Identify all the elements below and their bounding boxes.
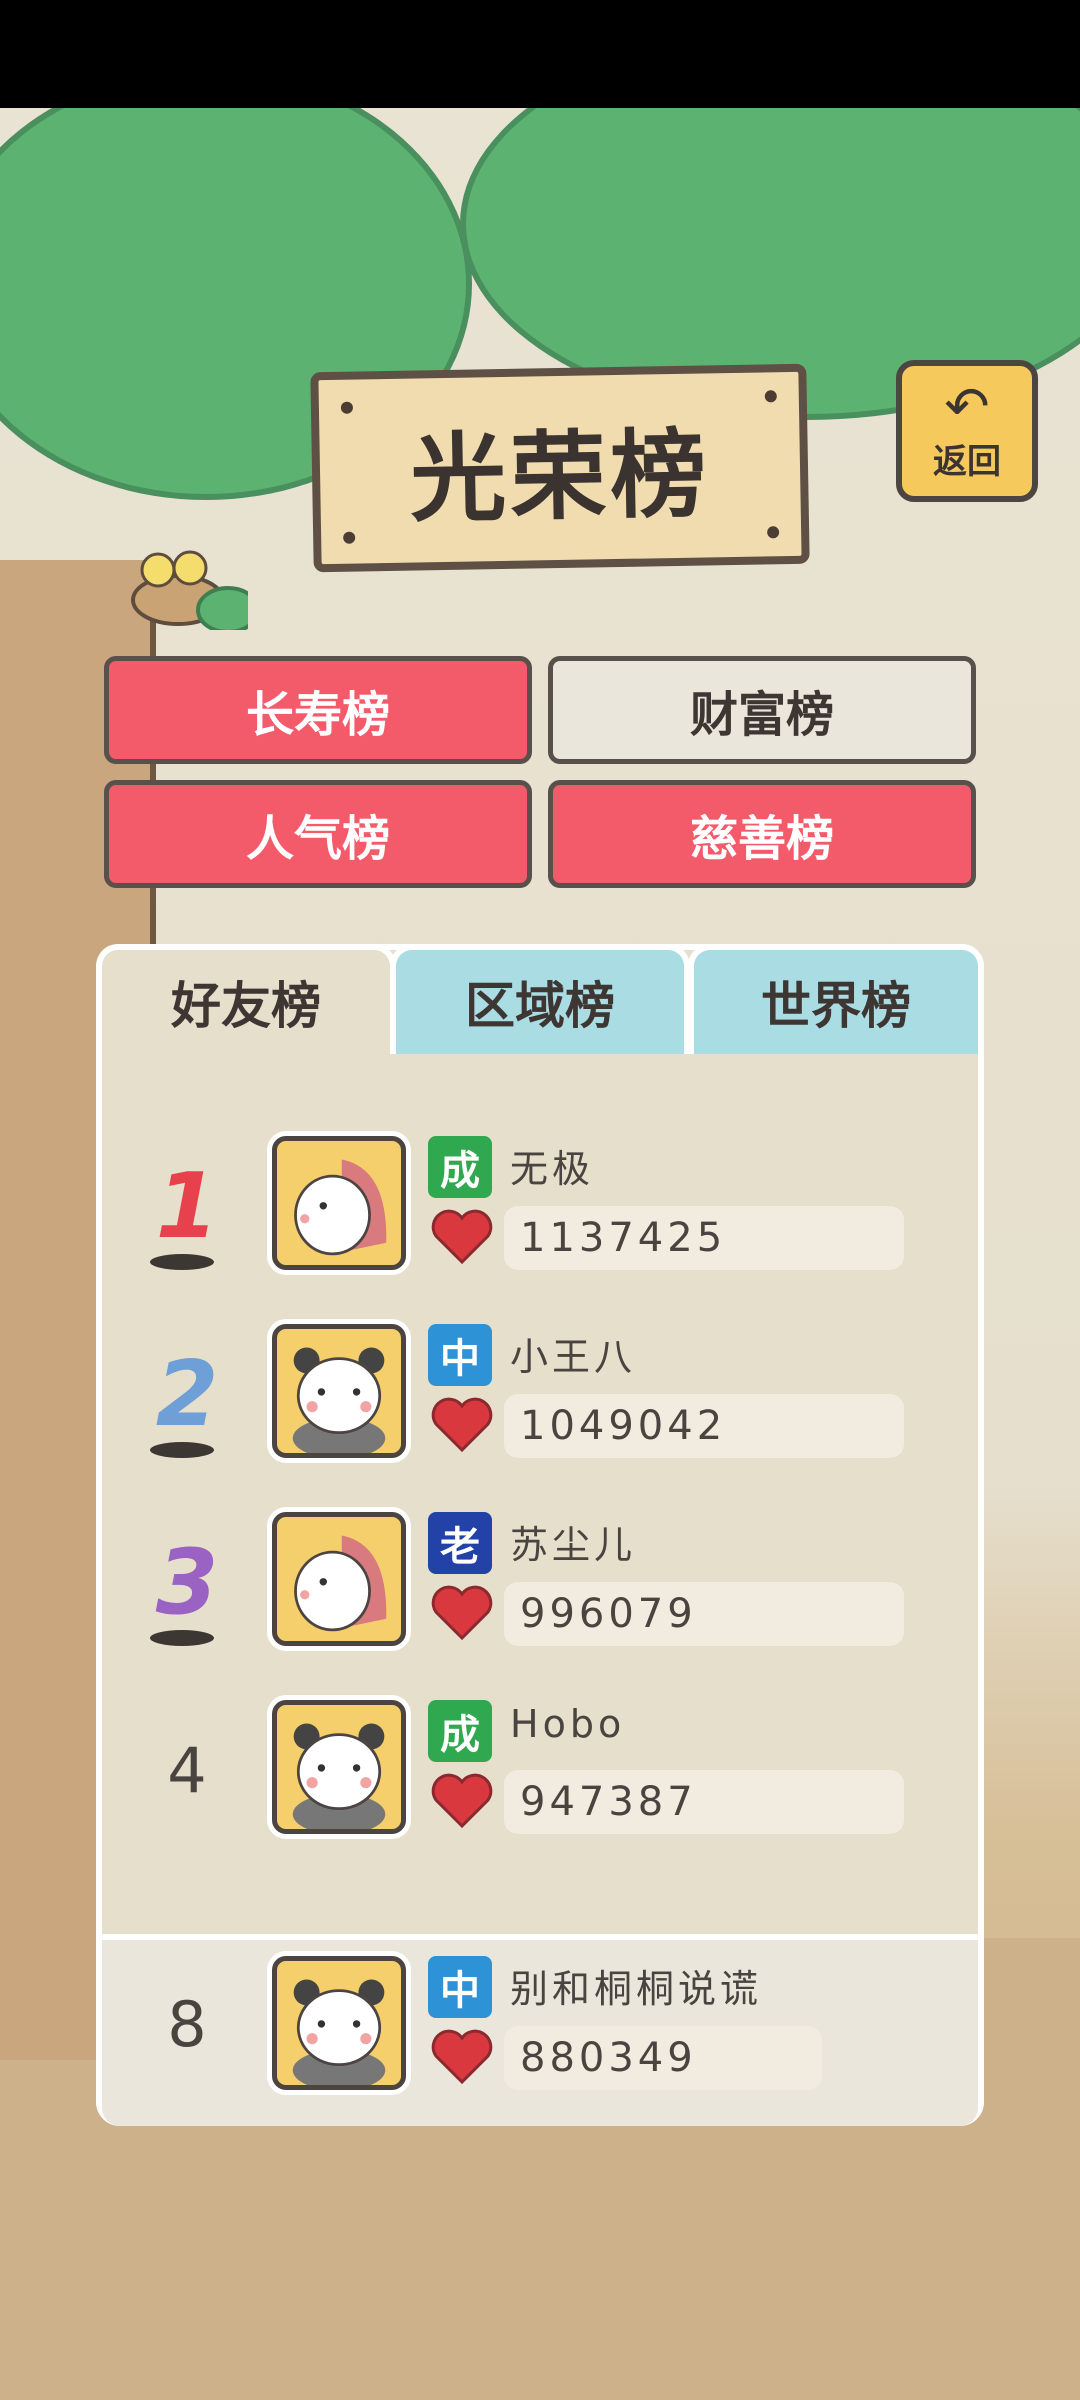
rank-number: 1 <box>155 1153 219 1259</box>
heart-icon <box>431 1585 493 1641</box>
list-item[interactable]: 3 老 苏尘儿 996079 <box>102 1502 978 1690</box>
panda-avatar-icon <box>292 1723 386 1829</box>
avatar[interactable] <box>272 1512 406 1646</box>
bird-nest-icon <box>131 550 248 630</box>
player-name: 小王八 <box>510 1335 637 1379</box>
hedgehog-avatar-icon <box>294 1159 387 1256</box>
rank-number: 8 <box>167 1987 207 2061</box>
list-item[interactable]: 1 成 无极 1137425 <box>102 1126 978 1314</box>
rank-shadow <box>150 1442 214 1458</box>
page-title: 光荣榜 <box>409 417 712 536</box>
category-charity-button[interactable]: 慈善榜 <box>548 780 976 888</box>
list-item[interactable]: 2 中 小王八 1049042 <box>102 1314 978 1502</box>
title-sign: 光荣榜 <box>310 363 810 573</box>
category-popularity-button[interactable]: 人气榜 <box>104 780 532 888</box>
avatar[interactable] <box>272 1700 406 1834</box>
score-value: 880349 <box>504 2026 822 2090</box>
age-badge: 成 <box>428 1136 492 1198</box>
player-name: 苏尘儿 <box>510 1523 637 1567</box>
hedgehog-avatar-icon <box>294 1535 387 1632</box>
category-longevity-button[interactable]: 长寿榜 <box>104 656 532 764</box>
rank-shadow <box>150 1254 214 1270</box>
back-button-label: 返回 <box>933 441 1001 482</box>
back-button[interactable]: ↶ 返回 <box>896 360 1038 502</box>
avatar[interactable] <box>272 1136 406 1270</box>
score-value: 1049042 <box>504 1394 904 1458</box>
heart-icon <box>431 1773 493 1829</box>
rank-shadow <box>150 1630 214 1646</box>
age-badge: 老 <box>428 1512 492 1574</box>
heart-icon <box>431 2029 493 2085</box>
player-name: Hobo <box>510 1702 626 1746</box>
heart-icon <box>431 1209 493 1265</box>
score-value: 996079 <box>504 1582 904 1646</box>
status-bar <box>0 0 1080 108</box>
my-rank-row[interactable]: 8 中 别和桐桐说谎 880349 <box>102 1934 978 2126</box>
category-wealth-button[interactable]: 财富榜 <box>548 656 976 764</box>
score-value: 1137425 <box>504 1206 904 1270</box>
back-arrow-icon: ↶ <box>944 374 990 438</box>
leaderboard-list[interactable]: 1 成 无极 1137425 2 中 小王八 1049042 3 老 苏尘儿 9… <box>102 1054 978 1904</box>
player-name: 别和桐桐说谎 <box>510 1967 763 2011</box>
panda-avatar-icon <box>292 1347 386 1453</box>
age-badge: 成 <box>428 1700 492 1762</box>
avatar[interactable] <box>272 1956 406 2090</box>
score-value: 947387 <box>504 1770 904 1834</box>
age-badge: 中 <box>428 1956 492 2018</box>
rank-number: 2 <box>155 1341 219 1447</box>
tab-region[interactable]: 区域榜 <box>390 944 690 1054</box>
avatar[interactable] <box>272 1324 406 1458</box>
age-badge: 中 <box>428 1324 492 1386</box>
rank-number: 3 <box>155 1529 219 1635</box>
panda-avatar-icon <box>292 1979 386 2085</box>
list-item[interactable]: 4 成 Hobo 947387 <box>102 1690 978 1878</box>
heart-icon <box>431 1397 493 1453</box>
rank-number: 4 <box>167 1733 207 1807</box>
tab-friends[interactable]: 好友榜 <box>96 944 396 1054</box>
player-name: 无极 <box>510 1147 595 1191</box>
tab-world[interactable]: 世界榜 <box>688 944 984 1054</box>
